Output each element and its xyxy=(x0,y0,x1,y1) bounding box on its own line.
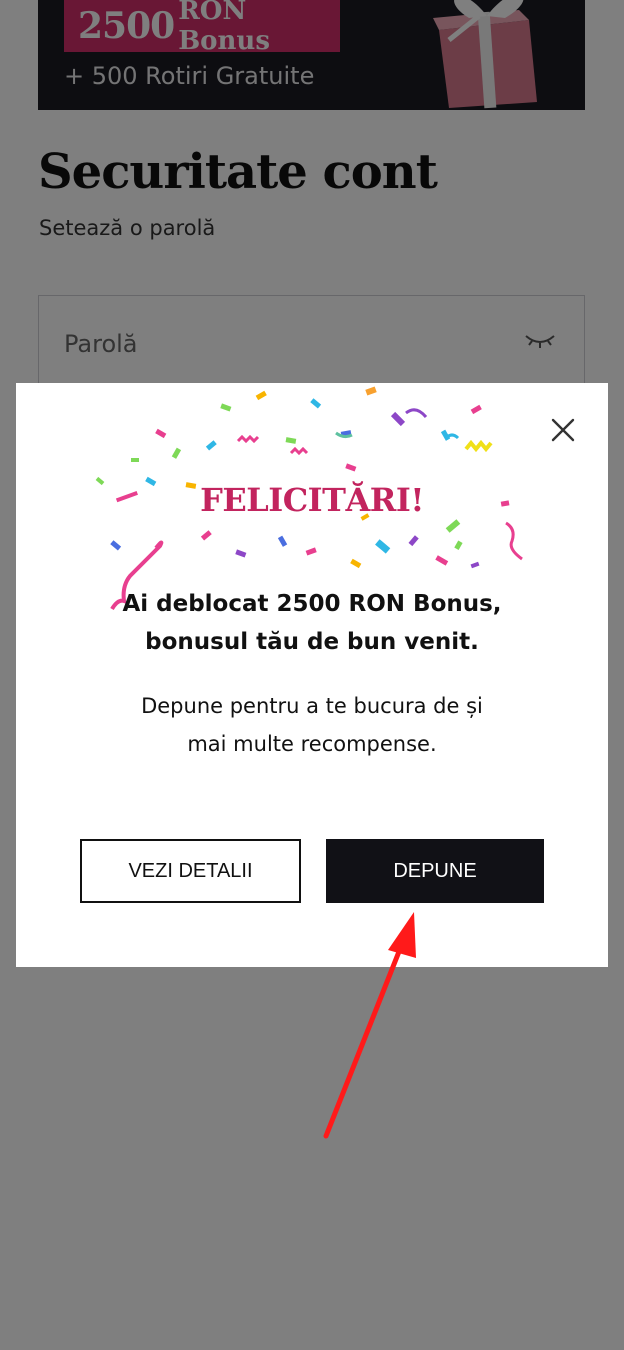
modal-title: FELICITĂRI! xyxy=(200,481,424,519)
congrats-modal: FELICITĂRI! Ai deblocat 2500 RON Bonus, … xyxy=(16,383,608,967)
modal-body-line2: mai multe recompense. xyxy=(187,732,437,756)
deposit-button[interactable]: DEPUNE xyxy=(326,839,544,903)
modal-body-line1: Depune pentru a te bucura de și xyxy=(141,694,483,718)
modal-body: Depune pentru a te bucura de și mai mult… xyxy=(76,687,548,763)
close-icon[interactable] xyxy=(546,413,580,447)
view-details-button[interactable]: VEZI DETALII xyxy=(80,839,301,903)
modal-headline-line1: Ai deblocat 2500 RON Bonus, xyxy=(122,591,502,617)
modal-headline-line2: bonusul tău de bun venit. xyxy=(145,629,479,655)
modal-headline: Ai deblocat 2500 RON Bonus, bonusul tău … xyxy=(56,585,568,661)
